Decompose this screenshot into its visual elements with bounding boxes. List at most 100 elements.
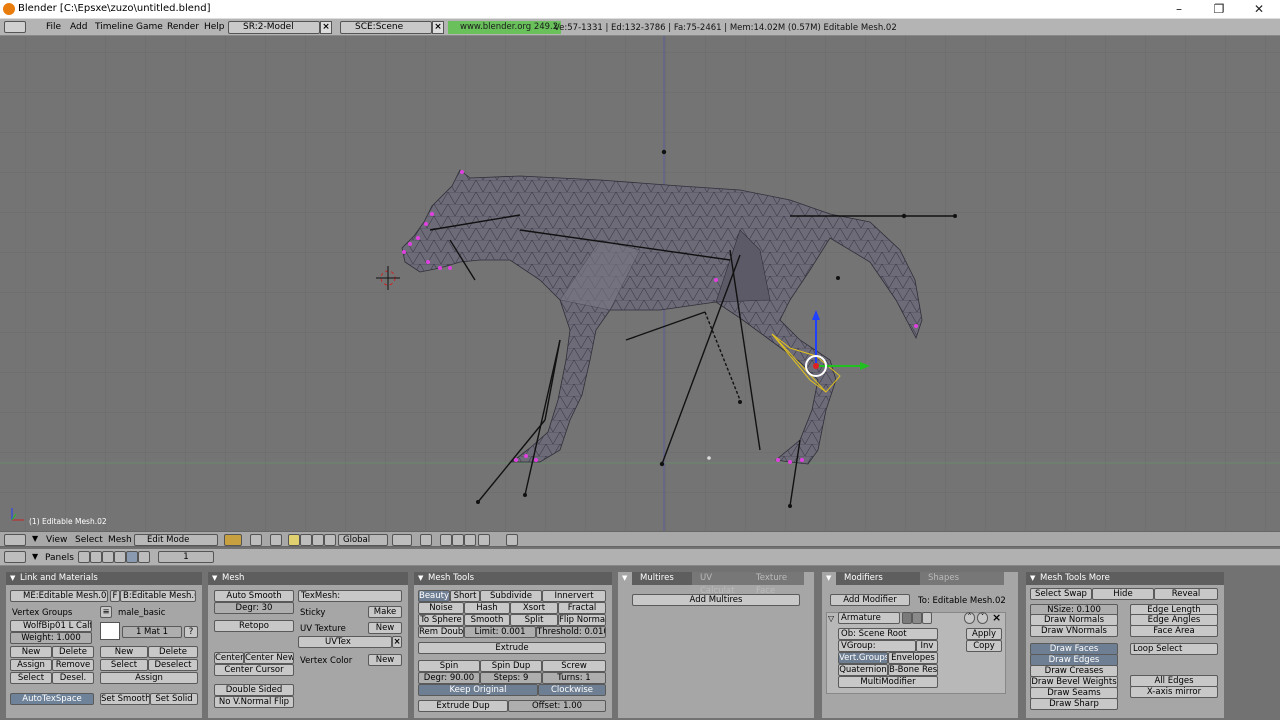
3d-viewport[interactable] [0,36,1280,531]
face-area-toggle[interactable]: Face Area [1130,625,1218,637]
fractal-button[interactable]: Fractal [558,602,606,614]
scene-delete-icon[interactable]: × [432,21,444,34]
hand-icon[interactable] [288,534,300,546]
clockwise-toggle[interactable]: Clockwise [538,684,606,696]
uvtex-layer[interactable]: UVTex [298,636,392,648]
panel-title[interactable]: ▼ Link and Materials [6,572,202,585]
collapse-panels-icon[interactable]: ▼ [32,552,38,561]
innervert-button[interactable]: Innervert [542,590,606,602]
occlude-icon[interactable] [478,534,490,546]
multimodifier-toggle[interactable]: MultiModifier [838,676,938,688]
screen-selector[interactable]: SR:2-Model [228,21,320,34]
add-multires-button[interactable]: Add Multires [632,594,800,606]
mesh-name-field[interactable]: ME:Editable Mesh.02 [10,590,108,602]
hide-button[interactable]: Hide [1092,588,1154,600]
steps-field[interactable]: Steps: 9 [480,672,542,684]
collapse-menu-icon[interactable]: ▼ [32,534,38,543]
vgroup-field[interactable]: VGroup: [838,640,916,652]
smooth-degree-field[interactable]: Degr: 30 [214,602,294,614]
modifier-expand-icon[interactable]: ▽ [828,614,834,623]
logic-context-icon[interactable] [78,551,90,563]
info-window-type-icon[interactable] [4,21,26,33]
edge-select-icon[interactable] [452,534,464,546]
menu-file[interactable]: File [46,22,61,32]
material-help-button[interactable]: ? [184,626,198,638]
blender-url[interactable]: www.blender.org 249.2 [448,21,562,34]
mode-selector[interactable]: Edit Mode [134,534,218,546]
modifier-move-down-icon[interactable]: ˅ [977,612,988,624]
center-cursor-button[interactable]: Center Cursor [214,664,294,676]
vert-groups-toggle[interactable]: Vert.Groups [838,652,888,664]
spin-degree-field[interactable]: Degr: 90.00 [418,672,480,684]
orientation-selector[interactable]: Global [338,534,388,546]
quaternion-toggle[interactable]: Quaternion [838,664,888,676]
proportional-edit-icon[interactable] [392,534,412,546]
bbone-rest-toggle[interactable]: B-Bone Res [888,664,938,676]
spin-button[interactable]: Spin [418,660,480,672]
modifier-name-field[interactable]: Armature [838,612,900,624]
close-window-button[interactable]: ✕ [1244,1,1274,18]
set-smooth-button[interactable]: Set Smooth [100,693,150,705]
modifier-move-up-icon[interactable]: ˄ [964,612,975,624]
rotate-icon[interactable] [312,534,324,546]
translate-icon[interactable] [300,534,312,546]
screw-button[interactable]: Screw [542,660,606,672]
editing-context-icon[interactable] [126,551,138,563]
vertex-select-icon[interactable] [440,534,452,546]
object-context-icon[interactable] [114,551,126,563]
layer-icon[interactable] [270,534,282,546]
tab-texture-face[interactable]: Texture Face [748,572,804,596]
material-new-button[interactable]: New [100,646,148,658]
material-index-field[interactable]: 1 Mat 1 [122,626,182,638]
rem-doubles-button[interactable]: Rem Doubl [418,626,464,638]
material-color-swatch[interactable] [100,622,120,640]
xsort-button[interactable]: Xsort [510,602,558,614]
center-button[interactable]: Center [214,652,244,664]
center-new-button[interactable]: Center New [244,652,294,664]
object-name-field[interactable]: B:Editable Mesh.02 [120,590,196,602]
vgroup-deselect-button[interactable]: Desel. [52,672,94,684]
vgroup-assign-button[interactable]: Assign [10,659,52,671]
menu-select[interactable]: Select [75,535,103,545]
scale-icon[interactable] [324,534,336,546]
add-modifier-button[interactable]: Add Modifier [830,594,910,606]
vertex-group-field[interactable]: WolfBip01 L Calf [10,620,92,632]
noise-button[interactable]: Noise [418,602,464,614]
snap-icon[interactable] [420,534,432,546]
texmesh-field[interactable]: TexMesh: [298,590,402,602]
render-preview-icon[interactable] [506,534,518,546]
autotexspace-toggle[interactable]: AutoTexSpace [10,693,94,705]
menu-render[interactable]: Render [167,22,199,32]
armature-object-field[interactable]: Ob: Scene Root [838,628,938,640]
limit-field[interactable]: Limit: 0.001 [464,626,536,638]
menu-add[interactable]: Add [70,22,87,32]
face-select-icon[interactable] [464,534,476,546]
vgroup-select-button[interactable]: Select [10,672,52,684]
panel-title[interactable]: ▼ Mesh Tools More [1026,572,1224,585]
threshold-field[interactable]: Threshold: 0.010 [536,626,606,638]
to-sphere-button[interactable]: To Sphere [418,614,464,626]
tab-multires[interactable]: Multires [632,572,692,585]
turns-field[interactable]: Turns: 1 [542,672,606,684]
scene-context-icon[interactable] [138,551,150,563]
modifier-editmode-icon[interactable] [912,612,922,624]
screen-delete-icon[interactable]: × [320,21,332,34]
reveal-button[interactable]: Reveal [1154,588,1218,600]
select-swap-button[interactable]: Select Swap [1030,588,1092,600]
vgroup-delete-button[interactable]: Delete [52,646,94,658]
short-toggle[interactable]: Short [450,590,480,602]
vgroup-browse-icon[interactable]: ≡ [100,606,112,618]
material-delete-button[interactable]: Delete [148,646,198,658]
modifier-apply-button[interactable]: Apply [966,628,1002,640]
flip-normal-button[interactable]: Flip Normal [558,614,606,626]
subdivide-button[interactable]: Subdivide [480,590,542,602]
smooth-button[interactable]: Smooth [464,614,510,626]
vertex-color-new-button[interactable]: New [368,654,402,666]
pivot-icon[interactable] [250,534,262,546]
tab-uv-calculation[interactable]: UV Calculat [692,572,748,596]
uvtex-delete-icon[interactable]: × [392,636,402,648]
modifier-copy-button[interactable]: Copy [966,640,1002,652]
script-context-icon[interactable] [90,551,102,563]
extrude-dup-button[interactable]: Extrude Dup [418,700,508,712]
envelopes-toggle[interactable]: Envelopes [888,652,938,664]
